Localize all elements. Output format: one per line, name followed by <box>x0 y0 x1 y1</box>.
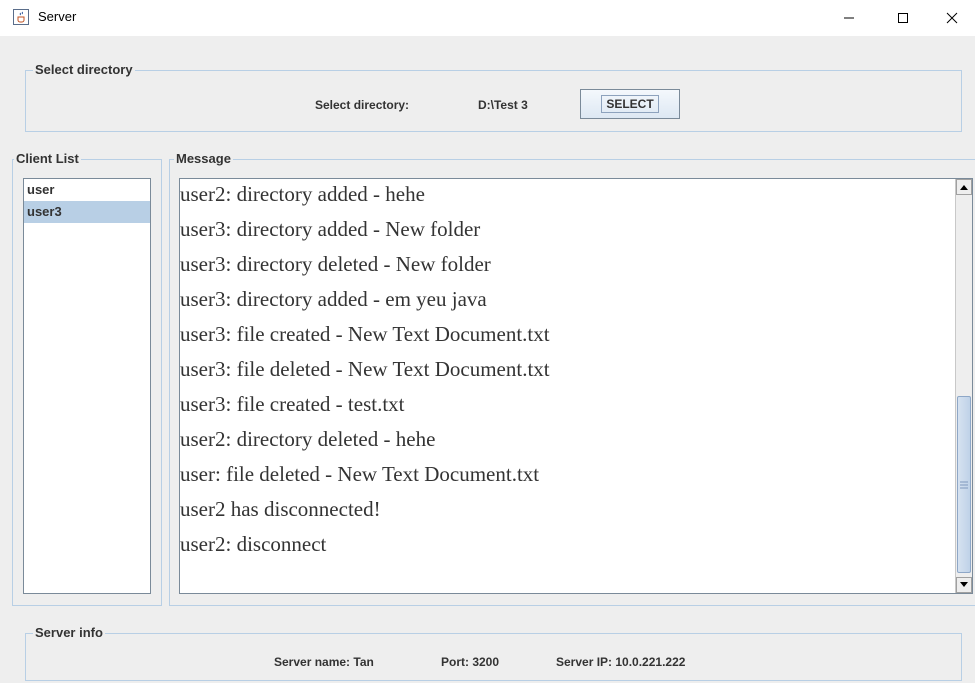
message-line: user3: directory added - em yeu java <box>180 287 487 311</box>
close-button[interactable] <box>929 0 975 36</box>
client-list-item[interactable]: user <box>24 179 150 201</box>
server-name-label: Server name: Tan <box>274 655 374 669</box>
scroll-down-button[interactable] <box>956 577 972 593</box>
arrow-down-icon <box>960 582 968 587</box>
client-list[interactable]: user user3 <box>23 178 151 594</box>
minimize-icon <box>844 17 854 19</box>
maximize-icon <box>898 13 908 23</box>
window-title: Server <box>38 9 77 24</box>
message-line: user2: disconnect <box>180 532 327 556</box>
minimize-button[interactable] <box>826 0 872 36</box>
select-directory-group-label: Select directory <box>33 62 135 77</box>
port-label: Port: 3200 <box>441 655 500 669</box>
title-bar: Server <box>0 0 975 36</box>
message-log[interactable]: user2: directory added - hehe user3: dir… <box>179 178 973 594</box>
server-info-group-label: Server info <box>33 625 105 640</box>
message-line: user2: directory added - hehe <box>180 182 425 206</box>
message-line: user3: directory deleted - New folder <box>180 252 491 276</box>
scrollbar-thumb[interactable] <box>957 396 971 573</box>
java-cup-icon <box>13 9 29 25</box>
maximize-button[interactable] <box>880 0 926 36</box>
message-line: user3: file created - New Text Document.… <box>180 322 550 346</box>
close-icon <box>946 12 958 24</box>
grip-icon <box>960 481 968 489</box>
message-line: user2: directory deleted - hehe <box>180 427 436 451</box>
message-line: user3: file created - test.txt <box>180 392 405 416</box>
select-directory-label: Select directory: <box>315 98 410 112</box>
arrow-up-icon <box>960 185 968 190</box>
scroll-up-button[interactable] <box>956 179 972 195</box>
message-line: user3: file deleted - New Text Document.… <box>180 357 550 381</box>
select-button-label: SELECT <box>601 95 659 113</box>
select-button[interactable]: SELECT <box>580 89 680 119</box>
message-line: user3: directory added - New folder <box>180 217 481 241</box>
directory-path: D:\Test 3 <box>478 98 528 112</box>
server-ip-label: Server IP: 10.0.221.222 <box>556 655 686 669</box>
client-list-group-label: Client List <box>14 151 81 166</box>
message-group-label: Message <box>174 151 233 166</box>
client-list-item-selected[interactable]: user3 <box>24 201 150 223</box>
message-line: user2 has disconnected! <box>180 497 381 521</box>
message-line: user: file deleted - New Text Document.t… <box>180 462 540 486</box>
message-scrollbar[interactable] <box>955 179 972 593</box>
